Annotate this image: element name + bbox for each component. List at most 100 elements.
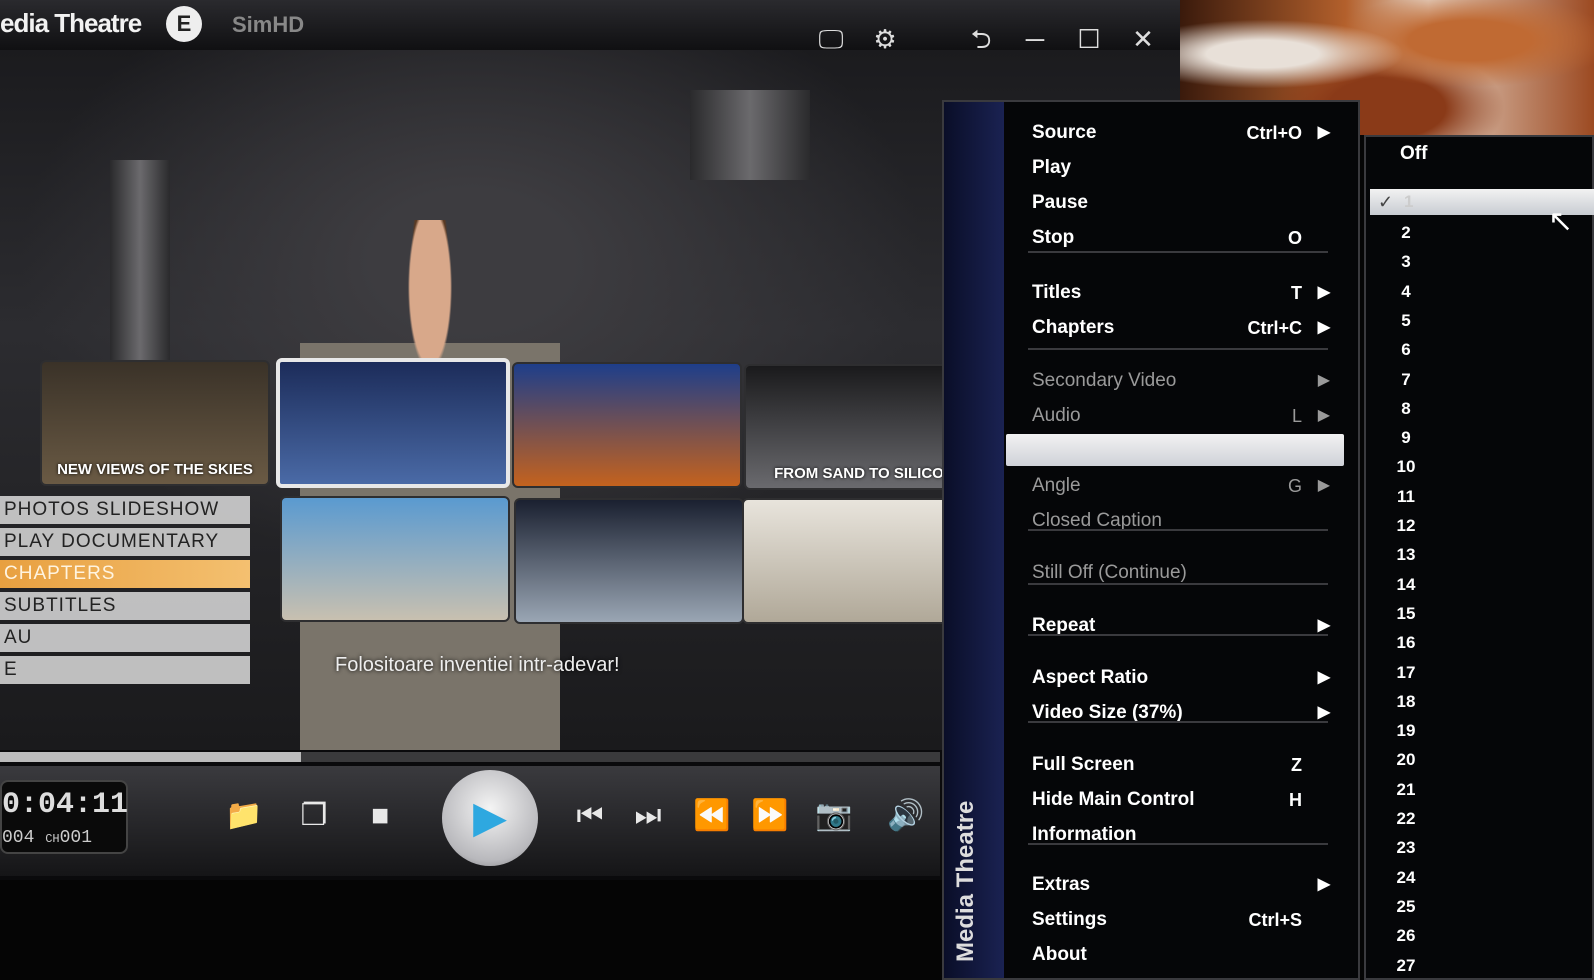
- submenu-item[interactable]: 17: [1386, 663, 1426, 683]
- submenu-item[interactable]: 2: [1386, 223, 1426, 243]
- menu-item-label: Repeat: [1032, 615, 1096, 636]
- disc-menu-item[interactable]: E: [0, 656, 250, 684]
- submenu-arrow-icon: ▶: [1317, 284, 1330, 301]
- submenu-item[interactable]: 19: [1386, 721, 1426, 741]
- snapshot-icon[interactable]: 📷: [812, 796, 856, 836]
- submenu-item[interactable]: 25: [1386, 897, 1426, 917]
- submenu-item[interactable]: 12: [1386, 516, 1426, 536]
- subtitle-text: Folositoare inventiei intr-adevar!: [335, 654, 620, 676]
- menu-item[interactable]: Titles T ▶: [1032, 278, 1332, 308]
- menu-item-shortcut: G: [1287, 476, 1302, 496]
- play-pause-button[interactable]: ▶: [442, 770, 538, 866]
- next-icon[interactable]: ⏭: [626, 796, 670, 836]
- menu-item[interactable]: Aspect Ratio ▶: [1032, 663, 1332, 693]
- disc-menu-item-active[interactable]: CHAPTERS: [0, 560, 250, 588]
- chapter-tile-7[interactable]: [742, 498, 972, 624]
- submenu-item[interactable]: 22: [1386, 809, 1426, 829]
- title-bar[interactable]: edia Theatre E SimHD 🖵 ⚙ ⮌ ─ ☐ ✕: [0, 0, 1180, 54]
- menu-item[interactable]: Audio L ▶: [1032, 401, 1332, 431]
- submenu-selected-number: 1: [1404, 192, 1414, 211]
- submenu-item[interactable]: 14: [1386, 575, 1426, 595]
- submenu-item[interactable]: 13: [1386, 545, 1426, 565]
- submenu-item[interactable]: 10: [1386, 457, 1426, 477]
- playlist-icon[interactable]: ❐: [292, 796, 336, 836]
- submenu-item[interactable]: 23: [1386, 838, 1426, 858]
- submenu-item[interactable]: 21: [1386, 780, 1426, 800]
- disc-menu-item[interactable]: PLAY DOCUMENTARY: [0, 528, 250, 556]
- menu-item[interactable]: Closed Caption: [1032, 506, 1332, 536]
- menu-item-shortcut: T: [1291, 283, 1302, 303]
- submenu-arrow-icon: ▶: [1317, 372, 1330, 389]
- menu-item-label: Video Size (37%): [1032, 702, 1183, 723]
- menu-item[interactable]: [1032, 436, 1332, 466]
- submenu-item[interactable]: 20: [1386, 750, 1426, 770]
- menu-item-shortcut: O: [1287, 228, 1302, 248]
- check-icon: ✓: [1378, 192, 1394, 212]
- fast-forward-icon[interactable]: ⏩: [748, 796, 792, 836]
- submenu-item[interactable]: 7: [1386, 370, 1426, 390]
- menu-item-shortcut: Z: [1291, 755, 1302, 775]
- previous-icon[interactable]: ⏮: [568, 796, 612, 836]
- chapter-tile-3[interactable]: [512, 362, 742, 488]
- seek-bar[interactable]: [0, 752, 940, 762]
- menu-item[interactable]: About: [1032, 940, 1332, 970]
- disc-menu-item[interactable]: SUBTITLES: [0, 592, 250, 620]
- submenu-item[interactable]: 24: [1386, 868, 1426, 888]
- chapter-tile-1[interactable]: NEW VIEWS OF THE SKIES: [40, 360, 270, 486]
- submenu-item[interactable]: 15: [1386, 604, 1426, 624]
- open-folder-icon[interactable]: 📁: [222, 796, 266, 836]
- menu-item[interactable]: Repeat ▶: [1032, 611, 1332, 641]
- menu-item[interactable]: Pause: [1032, 188, 1332, 218]
- volume-icon[interactable]: 🔊: [884, 796, 928, 836]
- submenu-item[interactable]: 26: [1386, 926, 1426, 946]
- chapter-tile-label: NEW VIEWS OF THE SKIES: [57, 461, 253, 478]
- chapter-tile-5[interactable]: [280, 496, 510, 622]
- rewind-icon[interactable]: ⏪: [690, 796, 734, 836]
- menu-item[interactable]: Hide Main Control H: [1032, 785, 1332, 815]
- app-title: edia Theatre: [0, 8, 142, 38]
- submenu-item[interactable]: 5: [1386, 311, 1426, 331]
- submenu-arrow-icon: ▶: [1317, 617, 1330, 634]
- chapter-label: CH: [45, 832, 60, 846]
- menu-item[interactable]: Full Screen Z: [1032, 750, 1332, 780]
- menu-item[interactable]: Extras ▶: [1032, 870, 1332, 900]
- title-number: 004: [2, 828, 35, 848]
- chapter-tile-4[interactable]: FROM SAND TO SILICO: [744, 364, 974, 490]
- submenu-item[interactable]: 18: [1386, 692, 1426, 712]
- elapsed-time: 0:04:11: [2, 788, 129, 822]
- chapter-tile-2[interactable]: [276, 358, 510, 488]
- menu-item-shortcut: Ctrl+S: [1248, 910, 1302, 930]
- disc-menu-item[interactable]: AU: [0, 624, 250, 652]
- menu-item[interactable]: Stop O: [1032, 223, 1332, 253]
- menu-item[interactable]: Settings Ctrl+S: [1032, 905, 1332, 935]
- chapter-tile-label: FROM SAND TO SILICO: [774, 465, 944, 482]
- menu-item-label: Full Screen: [1032, 754, 1135, 775]
- menu-item-label: Secondary Video: [1032, 370, 1177, 391]
- menu-item-label: Audio: [1032, 405, 1081, 426]
- menu-item[interactable]: Source Ctrl+O ▶: [1032, 118, 1332, 148]
- menu-item[interactable]: Angle G ▶: [1032, 471, 1332, 501]
- edition-badge: E: [166, 6, 202, 42]
- menu-separator: [1028, 348, 1328, 350]
- menu-item[interactable]: Chapters Ctrl+C ▶: [1032, 313, 1332, 343]
- context-menu: Media Theatre Source Ctrl+O ▶ Play Pause Stop…: [942, 100, 1360, 980]
- submenu-item-off[interactable]: Off: [1400, 143, 1427, 165]
- menu-item-shortcut: H: [1289, 790, 1302, 810]
- submenu-item[interactable]: 16: [1386, 633, 1426, 653]
- menu-item[interactable]: Play: [1032, 153, 1332, 183]
- submenu-item[interactable]: 3: [1386, 252, 1426, 272]
- submenu-item[interactable]: 11: [1386, 487, 1426, 507]
- submenu-item[interactable]: 6: [1386, 340, 1426, 360]
- menu-item[interactable]: Secondary Video ▶: [1032, 366, 1332, 396]
- submenu-item[interactable]: 4: [1386, 282, 1426, 302]
- chapter-tile-6[interactable]: [514, 498, 744, 624]
- submenu-item[interactable]: 8: [1386, 399, 1426, 419]
- stop-icon[interactable]: ■: [358, 796, 402, 836]
- submenu-item[interactable]: 9: [1386, 428, 1426, 448]
- menu-item-label: Still Off (Continue): [1032, 562, 1187, 583]
- seek-progress: [0, 752, 301, 762]
- submenu-item[interactable]: 27: [1386, 956, 1426, 976]
- disc-menu-item[interactable]: PHOTOS SLIDESHOW: [0, 496, 250, 524]
- menu-item[interactable]: Video Size (37%) ▶: [1032, 698, 1332, 728]
- menu-item[interactable]: Information: [1032, 820, 1332, 850]
